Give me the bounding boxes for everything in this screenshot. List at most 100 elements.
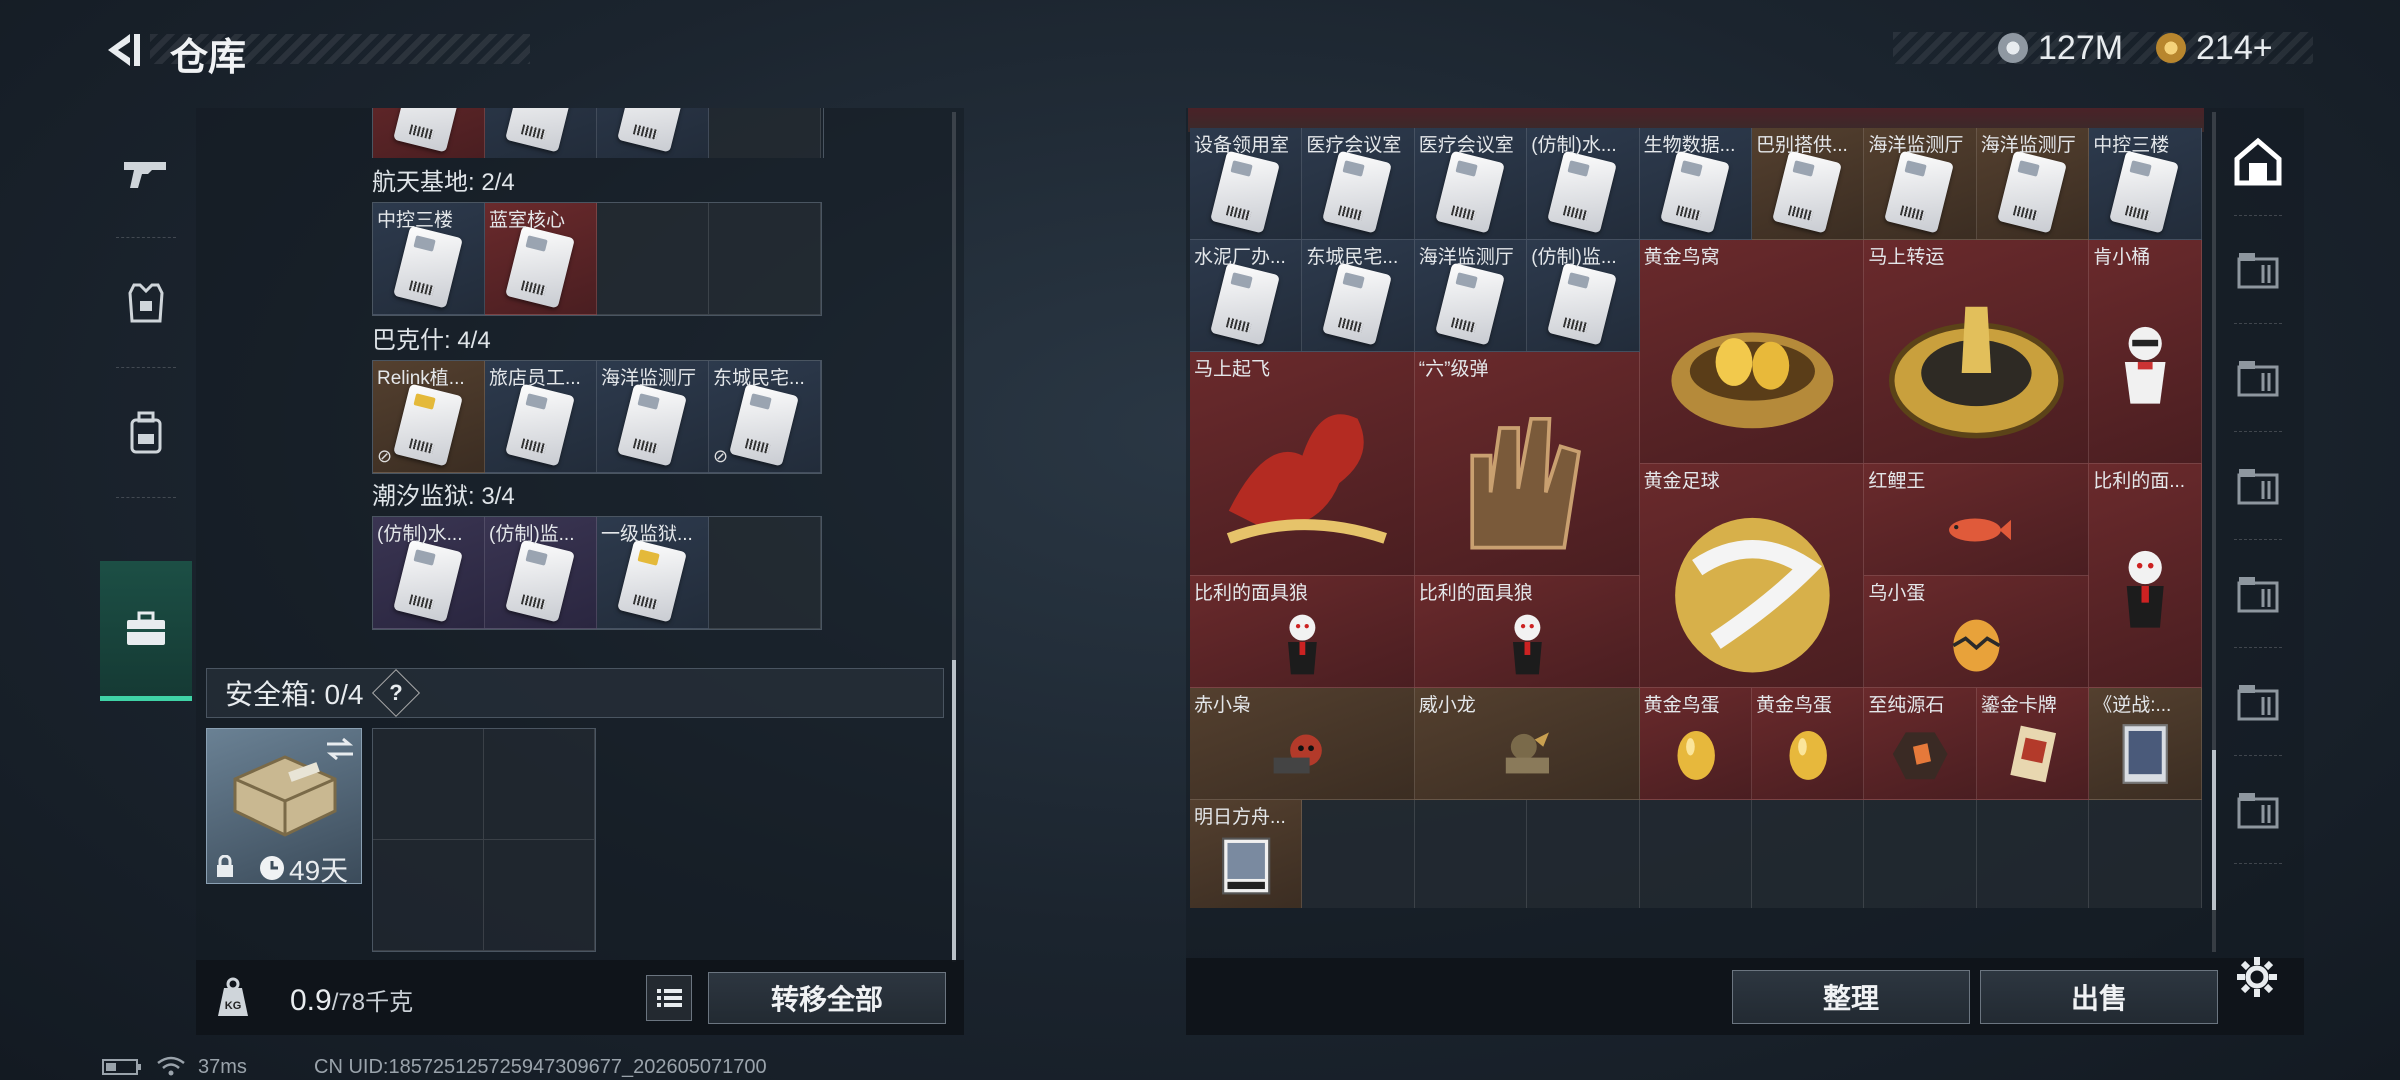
stash-slot-empty[interactable]	[1752, 800, 1865, 908]
egg-figure-icon	[1952, 619, 2001, 672]
stash-item[interactable]: 明日方舟...	[1190, 800, 1303, 908]
stash-item[interactable]: (仿制)监...	[1527, 240, 1640, 352]
stash-slot-empty[interactable]	[1639, 800, 1752, 908]
stash-tab-1[interactable]	[2218, 108, 2298, 216]
gear-icon[interactable]	[2234, 954, 2280, 1000]
stash-item[interactable]: 比利的面...	[2089, 464, 2202, 688]
key-slot[interactable]: 海洋监测厅	[597, 361, 709, 473]
safe-slot[interactable]	[484, 840, 595, 951]
stash-tab-3[interactable]	[2218, 324, 2298, 432]
stash-tab-4[interactable]	[2218, 432, 2298, 540]
stash-item[interactable]: 医疗会议室	[1302, 128, 1415, 240]
transfer-all-button[interactable]: 转移全部	[708, 972, 946, 1024]
item-label: 黄金足球	[1643, 471, 1720, 492]
key-slot[interactable]	[485, 108, 597, 158]
stash-item[interactable]: (仿制)水...	[1527, 128, 1640, 240]
left-scrollbar-thumb[interactable]	[952, 660, 956, 960]
stash-item[interactable]: 海洋监测厅	[1414, 240, 1528, 352]
key-slot-empty[interactable]	[709, 108, 821, 158]
stash-item[interactable]: 黄金鸟蛋	[1639, 688, 1752, 800]
stash-item[interactable]: 中控三楼	[2089, 128, 2202, 240]
stash-item[interactable]: 威小龙	[1414, 688, 1640, 800]
stash-slot-empty[interactable]	[1864, 800, 1977, 908]
stash-item[interactable]: 比利的面具狼	[1190, 576, 1415, 688]
stash-slot-empty[interactable]	[1527, 800, 1640, 908]
key-slot[interactable]: 东城民宅... ⊘	[709, 361, 821, 473]
currency-silver-value: 127M	[2038, 28, 2124, 67]
list-view-button[interactable]	[646, 975, 692, 1021]
stash-item[interactable]: 巴别搭供...	[1752, 128, 1865, 240]
stash-item[interactable]: 海洋监测厅	[1864, 128, 1977, 240]
tab-weapons[interactable]	[100, 108, 192, 238]
stash-item[interactable]: 生物数据...	[1639, 128, 1752, 240]
item-label: 水泥厂办...	[1194, 247, 1286, 268]
stash-tab-3b-icon	[2237, 793, 2279, 829]
stash-tab-7[interactable]	[2218, 756, 2298, 864]
stash-item[interactable]: 比利的面具狼	[1414, 576, 1640, 688]
safe-slot[interactable]	[373, 729, 484, 840]
key-slot[interactable]	[597, 108, 709, 158]
safe-slot[interactable]	[373, 840, 484, 951]
key-slot[interactable]: (仿制)水...	[373, 517, 485, 629]
stash-item[interactable]: 鎏金卡牌	[1976, 688, 2090, 800]
stash-item[interactable]: 赤小枭	[1190, 688, 1415, 800]
help-icon[interactable]: ?	[372, 668, 421, 718]
stash-item[interactable]: 设备领用室	[1190, 128, 1303, 240]
key-slot[interactable]	[373, 108, 485, 158]
backpack-icon	[130, 411, 162, 454]
stash-item[interactable]: 黄金鸟蛋	[1752, 688, 1865, 800]
tab-keys[interactable]	[100, 561, 192, 701]
stash-item[interactable]: 《逆战:...	[2089, 688, 2202, 800]
item-label: 医疗会议室	[1418, 135, 1514, 156]
item-label: 比利的面具狼	[1194, 583, 1309, 604]
key-slot[interactable]: Relink植... ⊘	[373, 361, 485, 473]
stash-tab-2[interactable]	[2218, 216, 2298, 324]
key-slot-empty[interactable]	[597, 203, 709, 315]
safe-box-label: 安全箱: 0/4	[225, 679, 364, 710]
item-label: (仿制)监...	[1531, 247, 1617, 268]
stash-item[interactable]: 至纯源石	[1864, 688, 1977, 800]
stash-item[interactable]: 黄金鸟窝	[1639, 240, 1865, 464]
key-slot[interactable]: 蓝室核心	[485, 203, 597, 315]
item-label: 马上转运	[1868, 247, 1945, 268]
stash-tab-5[interactable]	[2218, 540, 2298, 648]
key-slot[interactable]: 一级监狱...	[597, 517, 709, 629]
colonel-figure-icon	[2125, 326, 2166, 404]
tab-backpack[interactable]	[100, 368, 192, 498]
stash-item[interactable]: 水泥厂办...	[1190, 240, 1303, 352]
stash-item[interactable]: 医疗会议室	[1414, 128, 1528, 240]
red-carp-icon	[1949, 518, 2012, 542]
stash-item[interactable]: 肯小桶	[2089, 240, 2202, 464]
keycard-icon	[1434, 262, 1505, 346]
stash-slot-empty[interactable]	[1302, 800, 1415, 908]
key-slot[interactable]: 中控三楼	[373, 203, 485, 315]
stash-item[interactable]: 黄金足球	[1639, 464, 1865, 688]
stash-slot-empty[interactable]	[2089, 800, 2202, 908]
sell-button[interactable]: 出售	[1980, 970, 2218, 1024]
stash-item[interactable]: 马上起飞	[1190, 352, 1415, 576]
golden-wheel-icon	[1889, 306, 2065, 439]
back-arrow-icon[interactable]	[100, 28, 144, 72]
item-label: 黄金鸟蛋	[1643, 695, 1720, 716]
stash-item[interactable]: “六”级弹	[1414, 352, 1640, 576]
stash-item[interactable]: 红鲤王	[1864, 464, 2090, 576]
key-slot[interactable]: (仿制)监...	[485, 517, 597, 629]
safe-box-item[interactable]: 49天	[206, 728, 362, 886]
stash-item[interactable]: 东城民宅...	[1302, 240, 1415, 352]
sort-button[interactable]: 整理	[1732, 970, 1970, 1024]
key-slot-empty[interactable]	[709, 203, 821, 315]
item-label: 乌小蛋	[1868, 583, 1926, 604]
key-slot[interactable]: 旅店员工...	[485, 361, 597, 473]
stash-item[interactable]: 海洋监测厅	[1976, 128, 2090, 240]
stash-tab-6[interactable]	[2218, 648, 2298, 756]
tab-armor[interactable]	[100, 238, 192, 368]
safe-slot[interactable]	[484, 729, 595, 840]
key-slot-empty[interactable]	[709, 517, 821, 629]
stash-item[interactable]: 乌小蛋	[1864, 576, 2090, 688]
stash-item[interactable]: 马上转运	[1864, 240, 2090, 464]
stash-slot-empty[interactable]	[1976, 800, 2090, 908]
swap-icon[interactable]	[325, 737, 355, 761]
item-label: 比利的面具狼	[1418, 583, 1533, 604]
stash-slot-empty[interactable]	[1414, 800, 1528, 908]
stash-scrollbar-thumb[interactable]	[2212, 750, 2216, 910]
